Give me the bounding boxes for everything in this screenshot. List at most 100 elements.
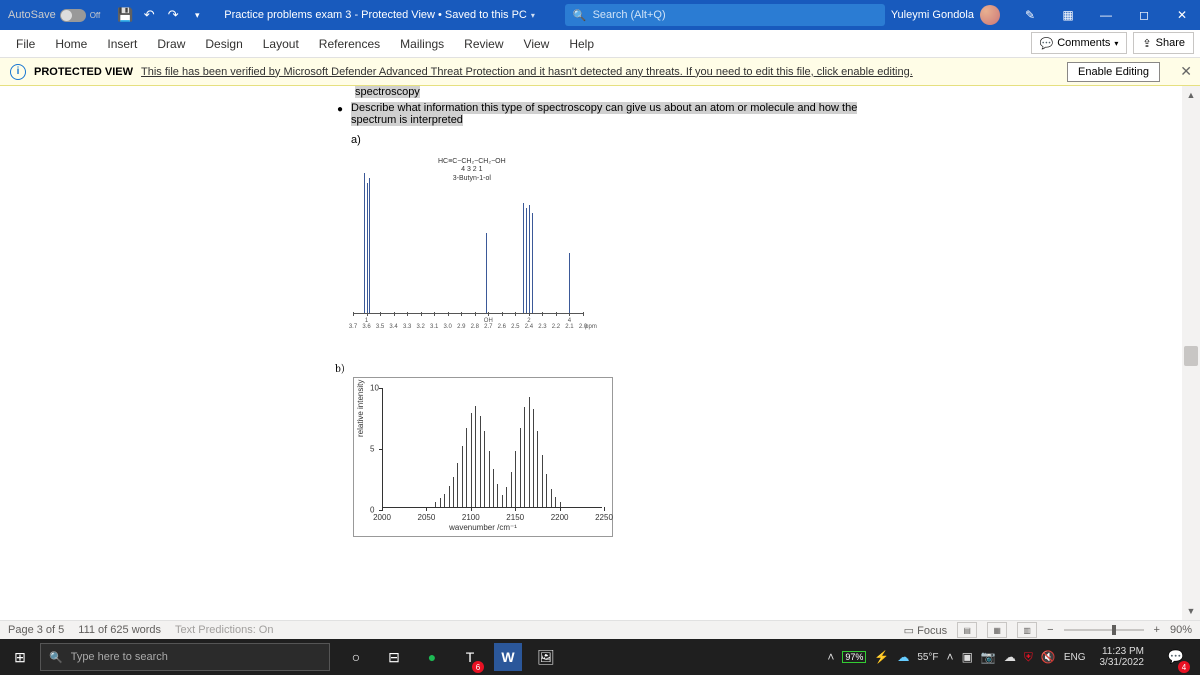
taskbar-search-placeholder: Type here to search [71, 651, 168, 663]
tab-file[interactable]: File [6, 30, 45, 58]
charging-icon: ⚡ [874, 650, 889, 664]
tab-insert[interactable]: Insert [97, 30, 147, 58]
scroll-up-icon[interactable]: ▲ [1182, 86, 1200, 104]
chart-b-ylabel: relative intensity [356, 380, 365, 437]
chart-b-xlabel: wavenumber /cm⁻¹ [449, 523, 517, 532]
document-content: spectroscopy ● Describe what information… [337, 86, 897, 537]
protected-view-bar: i PROTECTED VIEW This file has been veri… [0, 58, 1200, 86]
teams-icon[interactable]: T6 [452, 639, 488, 675]
save-icon[interactable]: 💾 [114, 4, 136, 26]
chart-ir: relative intensity wavenumber /cm⁻¹ 0510… [353, 377, 613, 537]
quick-access-toolbar: 💾 ↶ ↷ ▾ [108, 4, 214, 26]
tab-review[interactable]: Review [454, 30, 513, 58]
chart-b-yaxis [382, 388, 383, 508]
time: 11:23 PM [1100, 646, 1145, 657]
ribbon-right: 💬Comments▾ ⇪Share [1031, 32, 1194, 54]
weather-temp[interactable]: 55°F [917, 652, 938, 663]
enable-editing-button[interactable]: Enable Editing [1067, 62, 1160, 82]
photos-icon[interactable]: 🖼 [528, 639, 564, 675]
maximize-button[interactable]: ◻ [1126, 0, 1162, 30]
comments-button[interactable]: 💬Comments▾ [1031, 32, 1128, 54]
tab-draw[interactable]: Draw [147, 30, 195, 58]
close-icon[interactable]: ✕ [1180, 63, 1192, 80]
redo-icon[interactable]: ↷ [162, 4, 184, 26]
cortana-icon[interactable]: ○ [338, 639, 374, 675]
battery-indicator[interactable]: 97% [842, 651, 866, 663]
zoom-slider[interactable] [1064, 629, 1144, 631]
share-button[interactable]: ⇪Share [1133, 32, 1194, 54]
vertical-scrollbar[interactable]: ▲ ▼ [1182, 86, 1200, 620]
camera-icon[interactable]: 📷 [981, 650, 996, 664]
volume-icon[interactable]: 🔇 [1041, 650, 1056, 664]
word-count[interactable]: 111 of 625 words [78, 624, 161, 636]
autosave-state: Off [90, 11, 101, 20]
system-tray: ˄ 97% ⚡ ☁ 55°F ˄ ▣ 📷 ☁ ⛨ 🔇 ENG 11:23 PM … [821, 639, 1200, 675]
cast-icon[interactable]: ▣ [962, 650, 973, 664]
minimize-button[interactable]: — [1088, 0, 1124, 30]
undo-icon[interactable]: ↶ [138, 4, 160, 26]
protected-view-message[interactable]: This file has been verified by Microsoft… [141, 66, 913, 78]
web-layout-icon[interactable]: ▥ [1017, 622, 1037, 638]
tray-up-icon[interactable]: ˄ [947, 650, 954, 664]
tab-view[interactable]: View [514, 30, 560, 58]
chart-b-xaxis [382, 507, 602, 508]
task-view-icon[interactable]: ⊟ [376, 639, 412, 675]
windows-taskbar: ⊞ 🔍 Type here to search ○ ⊟ ● T6 W 🖼 ˄ 9… [0, 639, 1200, 675]
start-button[interactable]: ⊞ [0, 639, 40, 675]
tab-mailings[interactable]: Mailings [390, 30, 454, 58]
close-button[interactable]: ✕ [1164, 0, 1200, 30]
teams-badge: 6 [472, 661, 484, 673]
autosave-label: AutoSave [8, 9, 56, 21]
title-bar: AutoSave Off 💾 ↶ ↷ ▾ Practice problems e… [0, 0, 1200, 30]
autosave-toggle[interactable]: AutoSave Off [0, 9, 108, 22]
language-indicator[interactable]: ENG [1064, 652, 1086, 663]
word-icon[interactable]: W [494, 643, 522, 671]
text-predictions[interactable]: Text Predictions: On [175, 624, 273, 636]
chevron-down-icon[interactable]: ▾ [531, 11, 535, 20]
tab-design[interactable]: Design [195, 30, 252, 58]
tray-chevron-icon[interactable]: ˄ [827, 650, 834, 664]
clock[interactable]: 11:23 PM 3/31/2022 [1094, 646, 1151, 668]
page: spectroscopy ● Describe what information… [0, 86, 1182, 537]
page-indicator[interactable]: Page 3 of 5 [8, 624, 64, 636]
user-account[interactable]: Yuleymi Gondola [881, 5, 1010, 25]
status-bar-right: ▭ Focus ▤ ▦ ▥ − + 90% [904, 622, 1192, 638]
qat-dropdown-icon[interactable]: ▾ [186, 4, 208, 26]
user-name: Yuleymi Gondola [891, 9, 974, 21]
pen-icon[interactable]: ✎ [1012, 0, 1048, 30]
focus-button[interactable]: ▭ Focus [904, 624, 947, 637]
tab-home[interactable]: Home [45, 30, 97, 58]
chevron-down-icon: ▾ [1114, 39, 1118, 48]
ribbon-tabs: File Home Insert Draw Design Layout Refe… [0, 30, 1200, 58]
notifications-icon[interactable]: 💬4 [1158, 639, 1194, 675]
label-a: a) [351, 134, 897, 146]
titlebar-right: Yuleymi Gondola ✎ ▦ — ◻ ✕ [881, 0, 1200, 30]
weather-icon[interactable]: ☁ [897, 650, 909, 664]
document-title[interactable]: Practice problems exam 3 - Protected Vie… [214, 9, 545, 21]
security-icon[interactable]: ⛨ [1024, 650, 1033, 665]
print-layout-icon[interactable]: ▦ [987, 622, 1007, 638]
tab-references[interactable]: References [309, 30, 390, 58]
spotify-icon[interactable]: ● [414, 639, 450, 675]
scroll-down-icon[interactable]: ▼ [1182, 602, 1200, 620]
avatar[interactable] [980, 5, 1000, 25]
search-box[interactable]: 🔍 Search (Alt+Q) [565, 4, 885, 26]
onedrive-icon[interactable]: ☁ [1004, 650, 1016, 664]
zoom-in-button[interactable]: + [1154, 624, 1160, 636]
share-icon: ⇪ [1142, 37, 1151, 50]
zoom-out-button[interactable]: − [1047, 624, 1053, 636]
read-mode-icon[interactable]: ▤ [957, 622, 977, 638]
document-area[interactable]: spectroscopy ● Describe what information… [0, 86, 1182, 620]
taskbar-apps: ○ ⊟ ● T6 W 🖼 [338, 639, 564, 675]
scroll-thumb[interactable] [1184, 346, 1198, 366]
bullet-text: Describe what information this type of s… [351, 102, 857, 126]
search-icon: 🔍 [49, 651, 63, 664]
toggle-switch[interactable] [60, 9, 86, 22]
chart-nmr: HC≡C−CH₂−CH₂−OH 4 3 2 1 3-Butyn-1-ol 3.7… [353, 152, 593, 332]
ribbon-display-icon[interactable]: ▦ [1050, 0, 1086, 30]
tab-help[interactable]: Help [559, 30, 604, 58]
comment-icon: 💬 [1040, 37, 1054, 50]
tab-layout[interactable]: Layout [253, 30, 309, 58]
zoom-level[interactable]: 90% [1170, 624, 1192, 636]
taskbar-search[interactable]: 🔍 Type here to search [40, 643, 330, 671]
